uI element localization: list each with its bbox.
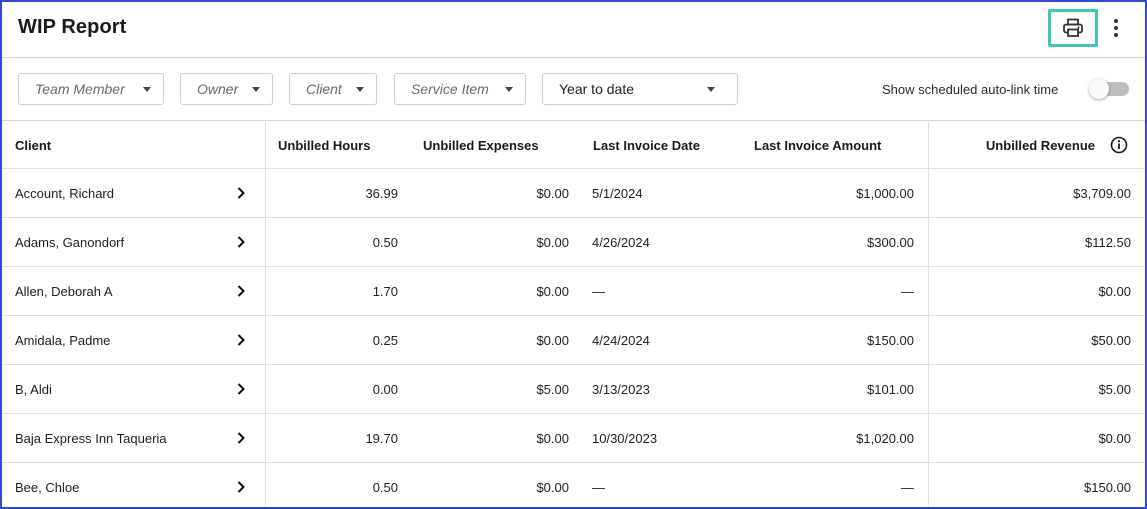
- column-header-unbilled-expenses[interactable]: Unbilled Expenses: [423, 122, 584, 168]
- unbilled-hours: 36.99: [365, 185, 398, 201]
- caret-down-icon: [252, 86, 260, 92]
- unbilled-revenue: $3,709.00: [1073, 185, 1131, 201]
- caret-down-icon: [707, 86, 715, 92]
- column-header-last-invoice-amount[interactable]: Last Invoice Amount: [754, 122, 926, 168]
- team-member-filter-label: Team Member: [35, 81, 125, 97]
- last-invoice-date: 10/30/2023: [592, 430, 658, 446]
- column-header-unbilled-revenue[interactable]: Unbilled Revenue: [928, 122, 1131, 168]
- unbilled-expenses: $0.00: [536, 234, 569, 250]
- table-row[interactable]: B, Aldi 0.00 $5.00 3/13/2023 $101.00 $5.…: [2, 365, 1145, 414]
- last-invoice-amount: $1,000.00: [856, 185, 914, 201]
- owner-filter[interactable]: Owner: [180, 73, 273, 105]
- page-title: WIP Report: [18, 16, 127, 38]
- last-invoice-date: 4/26/2024: [592, 234, 650, 250]
- info-icon[interactable]: [1110, 136, 1128, 154]
- unbilled-hours: 0.50: [372, 479, 398, 495]
- last-invoice-date: 5/1/2024: [592, 185, 643, 201]
- auto-link-toggle[interactable]: [1089, 79, 1129, 99]
- table-header-row: Client Unbilled Hours Unbilled Expenses …: [2, 122, 1145, 169]
- service-item-filter[interactable]: Service Item: [394, 73, 526, 105]
- client-name: B, Aldi: [15, 381, 52, 397]
- client-name: Adams, Ganondorf: [15, 234, 125, 250]
- expand-row-button[interactable]: [233, 169, 249, 217]
- client-filter[interactable]: Client: [289, 73, 377, 105]
- chevron-right-icon: [237, 383, 245, 395]
- caret-down-icon: [143, 86, 151, 92]
- unbilled-revenue: $50.00: [1091, 332, 1131, 348]
- chevron-right-icon: [237, 334, 245, 346]
- page-header: WIP Report: [2, 2, 1145, 58]
- table-row[interactable]: Bee, Chloe 0.50 $0.00 — — $150.00: [2, 463, 1145, 507]
- caret-down-icon: [505, 86, 513, 92]
- more-options-button[interactable]: [1106, 16, 1126, 40]
- last-invoice-amount: —: [901, 479, 914, 495]
- unbilled-expenses: $0.00: [536, 430, 569, 446]
- table-row[interactable]: Allen, Deborah A 1.70 $0.00 — — $0.00: [2, 267, 1145, 316]
- more-vertical-icon: [1114, 19, 1118, 23]
- expand-row-button[interactable]: [233, 365, 249, 413]
- last-invoice-amount: $1,020.00: [856, 430, 914, 446]
- wip-report-window: WIP Report Team Member Owner Client Serv…: [0, 0, 1147, 509]
- unbilled-hours: 0.25: [372, 332, 398, 348]
- unbilled-expenses: $0.00: [536, 332, 569, 348]
- unbilled-revenue: $0.00: [1098, 430, 1131, 446]
- caret-down-icon: [356, 86, 364, 92]
- unbilled-hours: 19.70: [365, 430, 398, 446]
- unbilled-hours: 0.00: [372, 381, 398, 397]
- table-row[interactable]: Account, Richard 36.99 $0.00 5/1/2024 $1…: [2, 169, 1145, 218]
- table-row[interactable]: Adams, Ganondorf 0.50 $0.00 4/26/2024 $3…: [2, 218, 1145, 267]
- unbilled-revenue: $112.50: [1084, 234, 1131, 250]
- last-invoice-date: —: [592, 479, 605, 495]
- owner-filter-label: Owner: [197, 81, 239, 97]
- wip-table: Client Unbilled Hours Unbilled Expenses …: [2, 122, 1145, 507]
- client-name: Baja Express Inn Taqueria: [15, 430, 167, 446]
- last-invoice-date: 4/24/2024: [592, 332, 650, 348]
- toggle-thumb: [1089, 79, 1109, 99]
- chevron-right-icon: [237, 481, 245, 493]
- last-invoice-date: 3/13/2023: [592, 381, 650, 397]
- auto-link-toggle-label: Show scheduled auto-link time: [882, 82, 1059, 97]
- chevron-right-icon: [237, 236, 245, 248]
- column-header-last-invoice-date[interactable]: Last Invoice Date: [593, 122, 743, 168]
- unbilled-expenses: $5.00: [536, 381, 569, 397]
- client-name: Allen, Deborah A: [15, 283, 113, 299]
- expand-row-button[interactable]: [233, 463, 249, 507]
- date-range-select[interactable]: Year to date: [542, 73, 738, 105]
- unbilled-revenue: $150.00: [1084, 479, 1131, 495]
- filter-bar: Team Member Owner Client Service Item Ye…: [2, 59, 1145, 121]
- last-invoice-amount: $150.00: [867, 332, 914, 348]
- expand-row-button[interactable]: [233, 218, 249, 266]
- expand-row-button[interactable]: [233, 267, 249, 315]
- column-header-client[interactable]: Client: [15, 122, 265, 168]
- column-header-unbilled-hours[interactable]: Unbilled Hours: [278, 122, 411, 168]
- last-invoice-amount: $101.00: [867, 381, 914, 397]
- unbilled-hours: 0.50: [372, 234, 398, 250]
- unbilled-expenses: $0.00: [536, 185, 569, 201]
- expand-row-button[interactable]: [233, 316, 249, 364]
- unbilled-expenses: $0.00: [536, 283, 569, 299]
- client-filter-label: Client: [306, 81, 342, 97]
- print-button[interactable]: [1048, 9, 1098, 47]
- service-item-filter-label: Service Item: [411, 81, 489, 97]
- unbilled-revenue: $5.00: [1098, 381, 1131, 397]
- date-range-value: Year to date: [559, 81, 634, 97]
- client-name: Account, Richard: [15, 185, 114, 201]
- unbilled-hours: 1.70: [372, 283, 398, 299]
- table-row[interactable]: Baja Express Inn Taqueria 19.70 $0.00 10…: [2, 414, 1145, 463]
- chevron-right-icon: [237, 432, 245, 444]
- client-name: Bee, Chloe: [15, 479, 80, 495]
- chevron-right-icon: [237, 285, 245, 297]
- table-row[interactable]: Amidala, Padme 0.25 $0.00 4/24/2024 $150…: [2, 316, 1145, 365]
- last-invoice-amount: $300.00: [867, 234, 914, 250]
- unbilled-revenue: $0.00: [1098, 283, 1131, 299]
- last-invoice-date: —: [592, 283, 605, 299]
- unbilled-expenses: $0.00: [536, 479, 569, 495]
- expand-row-button[interactable]: [233, 414, 249, 462]
- last-invoice-amount: —: [901, 283, 914, 299]
- chevron-right-icon: [237, 187, 245, 199]
- team-member-filter[interactable]: Team Member: [18, 73, 164, 105]
- client-name: Amidala, Padme: [15, 332, 111, 348]
- printer-icon: [1063, 18, 1083, 37]
